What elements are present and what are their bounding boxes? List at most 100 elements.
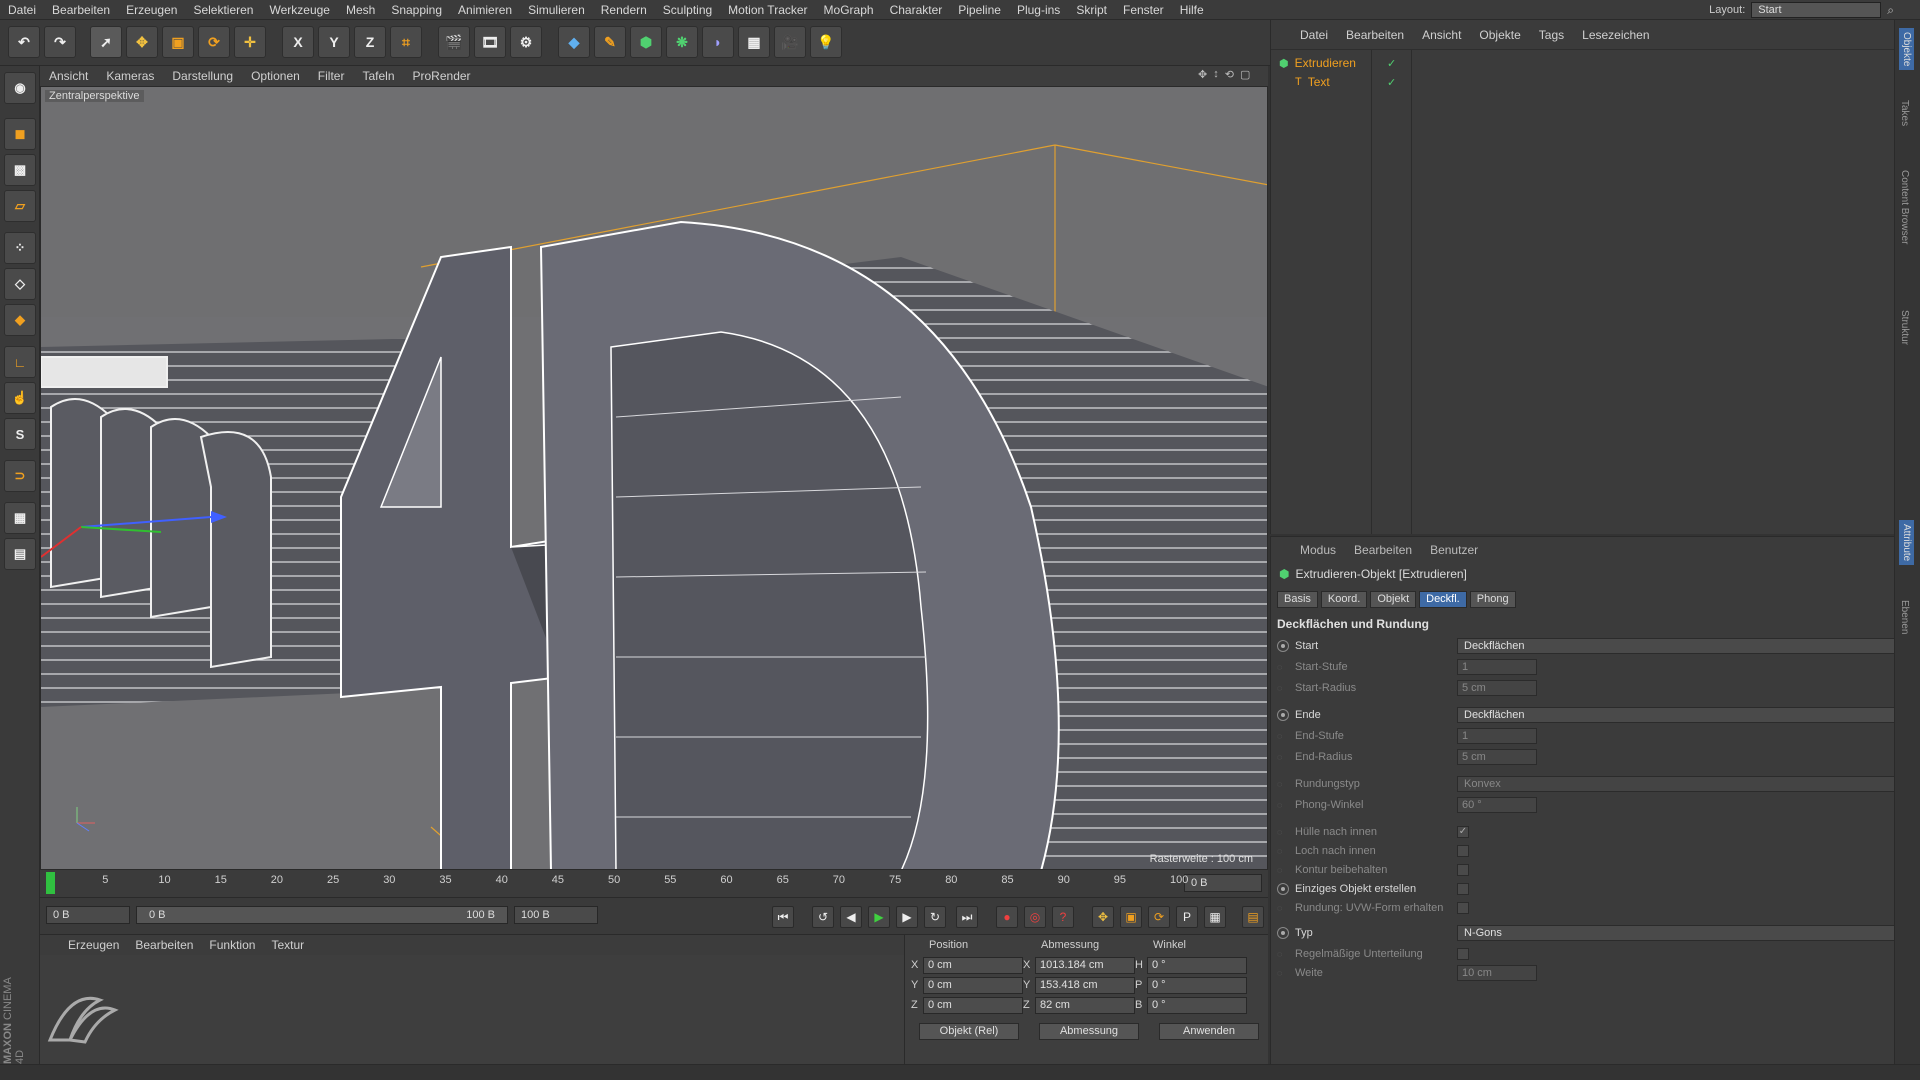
lock-icon[interactable]: ◌ (1277, 683, 1289, 693)
cloner-icon[interactable]: ❋ (666, 26, 698, 58)
coord-size-select[interactable]: Abmessung (1039, 1023, 1139, 1040)
axis-mode-icon[interactable]: ∟ (4, 346, 36, 378)
visibility-check-icon[interactable]: ✓ (1387, 76, 1396, 89)
property-dropdown[interactable]: Deckflächen (1457, 707, 1897, 723)
lock-icon[interactable]: ◌ (1277, 846, 1289, 856)
camera-label[interactable]: Zentralperspektive (45, 90, 144, 102)
tab-deckfl[interactable]: Deckfl. (1419, 591, 1467, 608)
visibility-check-icon[interactable]: ✓ (1387, 57, 1396, 70)
workplane-mode-icon[interactable]: ▱ (4, 190, 36, 222)
key-parameter-icon[interactable]: P (1176, 906, 1198, 928)
menu-snapping[interactable]: Snapping (383, 3, 450, 17)
object-row[interactable]: T Text ✓ (1271, 73, 1894, 91)
menu-simulieren[interactable]: Simulieren (520, 3, 593, 17)
object-menu-objekte[interactable]: Objekte (1470, 28, 1529, 42)
side-tab-ebenen[interactable]: Ebenen (1899, 600, 1910, 634)
key-scale-icon[interactable]: ▣ (1120, 906, 1142, 928)
menu-fenster[interactable]: Fenster (1115, 3, 1172, 17)
render-settings-icon[interactable]: ⚙ (510, 26, 542, 58)
animate-radio-icon[interactable] (1277, 883, 1289, 895)
subdivision-generator-icon[interactable]: ⬢ (630, 26, 662, 58)
maximize-icon[interactable]: ▢ (1240, 68, 1250, 81)
make-editable-icon[interactable]: ◉ (4, 72, 36, 104)
menu-datei[interactable]: Datei (0, 3, 44, 17)
attribute-menu-benutzer[interactable]: Benutzer (1421, 543, 1487, 557)
start-frame-field[interactable]: 0 B (46, 906, 130, 924)
rotation-field[interactable]: 0 ° (1147, 997, 1247, 1014)
texture-mode-icon[interactable]: ▩ (4, 154, 36, 186)
lock-icon[interactable]: ◌ (1277, 865, 1289, 875)
scale-tool-icon[interactable]: ▣ (162, 26, 194, 58)
animate-radio-icon[interactable] (1277, 709, 1289, 721)
timeline-window-icon[interactable]: ▤ (1242, 906, 1264, 928)
render-picture-viewer-icon[interactable]: 🎞 (474, 26, 506, 58)
property-field[interactable]: 10 cm (1457, 965, 1537, 981)
position-field[interactable]: 0 cm (923, 977, 1023, 994)
points-mode-icon[interactable]: ⁘ (4, 232, 36, 264)
size-field[interactable]: 82 cm (1035, 997, 1135, 1014)
viewport-menu-darstellung[interactable]: Darstellung (163, 69, 242, 83)
property-checkbox[interactable] (1457, 864, 1469, 876)
viewport-menu-filter[interactable]: Filter (309, 69, 354, 83)
side-tab-objekte[interactable]: Objekte (1899, 28, 1914, 71)
property-field[interactable]: 5 cm (1457, 680, 1537, 696)
multi-tool-icon[interactable]: ✛ (234, 26, 266, 58)
snap-icon[interactable]: ⊃ (4, 460, 36, 492)
render-view-icon[interactable]: 🎬 (438, 26, 470, 58)
object-name[interactable]: Text (1308, 75, 1330, 89)
axis-x-button[interactable]: X (282, 26, 314, 58)
tweak-mode-icon[interactable]: ☝ (4, 382, 36, 414)
tab-basis[interactable]: Basis (1277, 591, 1318, 608)
lock-icon[interactable]: ◌ (1277, 827, 1289, 837)
menu-rendern[interactable]: Rendern (593, 3, 655, 17)
side-tab-attribute[interactable]: Attribute (1899, 520, 1914, 566)
edges-mode-icon[interactable]: ◇ (4, 268, 36, 300)
layout-select[interactable]: Start (1751, 2, 1882, 18)
animate-radio-icon[interactable] (1277, 640, 1289, 652)
property-dropdown[interactable]: N-Gons (1457, 925, 1897, 941)
lock-icon[interactable]: ◌ (1277, 731, 1289, 741)
menu-charakter[interactable]: Charakter (882, 3, 951, 17)
size-field[interactable]: 1013.184 cm (1035, 957, 1135, 974)
planar-workplane-icon[interactable]: ▤ (4, 538, 36, 570)
menu-selektieren[interactable]: Selektieren (185, 3, 261, 17)
material-menu-funktion[interactable]: Funktion (201, 938, 263, 952)
end-frame-field[interactable]: 100 B (514, 906, 598, 924)
floor-scene-icon[interactable]: ▦ (738, 26, 770, 58)
lock-icon[interactable]: ◌ (1277, 662, 1289, 672)
light-icon[interactable]: 💡 (810, 26, 842, 58)
menu-motion-tracker[interactable]: Motion Tracker (720, 3, 815, 17)
object-menu-ansicht[interactable]: Ansicht (1413, 28, 1470, 42)
viewport-menu-prorender[interactable]: ProRender (404, 69, 480, 83)
property-dropdown[interactable]: Deckflächen (1457, 638, 1897, 654)
record-keys-icon[interactable]: ● (996, 906, 1018, 928)
solo-mode-icon[interactable]: S (4, 418, 36, 450)
object-menu-tags[interactable]: Tags (1530, 28, 1573, 42)
property-field[interactable]: 1 (1457, 728, 1537, 744)
go-to-end-icon[interactable]: ⏭ (956, 906, 978, 928)
coord-system-icon[interactable]: ⌗ (390, 26, 422, 58)
apply-button[interactable]: Anwenden (1159, 1023, 1259, 1040)
tab-objekt[interactable]: Objekt (1370, 591, 1417, 608)
axis-z-button[interactable]: Z (354, 26, 386, 58)
cube-primitive-icon[interactable]: ◆ (558, 26, 590, 58)
property-field[interactable]: 5 cm (1457, 749, 1537, 765)
viewport-menu-ansicht[interactable]: Ansicht (40, 69, 97, 83)
orbit-icon[interactable]: ⟲ (1225, 68, 1234, 81)
key-position-icon[interactable]: ✥ (1092, 906, 1114, 928)
object-name[interactable]: Extrudieren (1295, 56, 1356, 70)
key-pla-icon[interactable]: ▦ (1204, 906, 1226, 928)
coord-mode-select[interactable]: Objekt (Rel) (919, 1023, 1019, 1040)
model-mode-icon[interactable]: ◼ (4, 118, 36, 150)
animate-radio-icon[interactable] (1277, 927, 1289, 939)
menu-sculpting[interactable]: Sculpting (655, 3, 720, 17)
object-row[interactable]: ⬢ Extrudieren ✓ (1271, 54, 1894, 72)
property-dropdown[interactable]: Konvex (1457, 776, 1897, 792)
property-checkbox[interactable]: ✓ (1457, 826, 1469, 838)
property-checkbox[interactable] (1457, 948, 1469, 960)
lock-icon[interactable]: ◌ (1277, 949, 1289, 959)
lock-icon[interactable]: ◌ (1277, 800, 1289, 810)
keyframe-selection-icon[interactable]: ? (1052, 906, 1074, 928)
autokey-icon[interactable]: ◎ (1024, 906, 1046, 928)
redo-icon[interactable]: ↷ (44, 26, 76, 58)
